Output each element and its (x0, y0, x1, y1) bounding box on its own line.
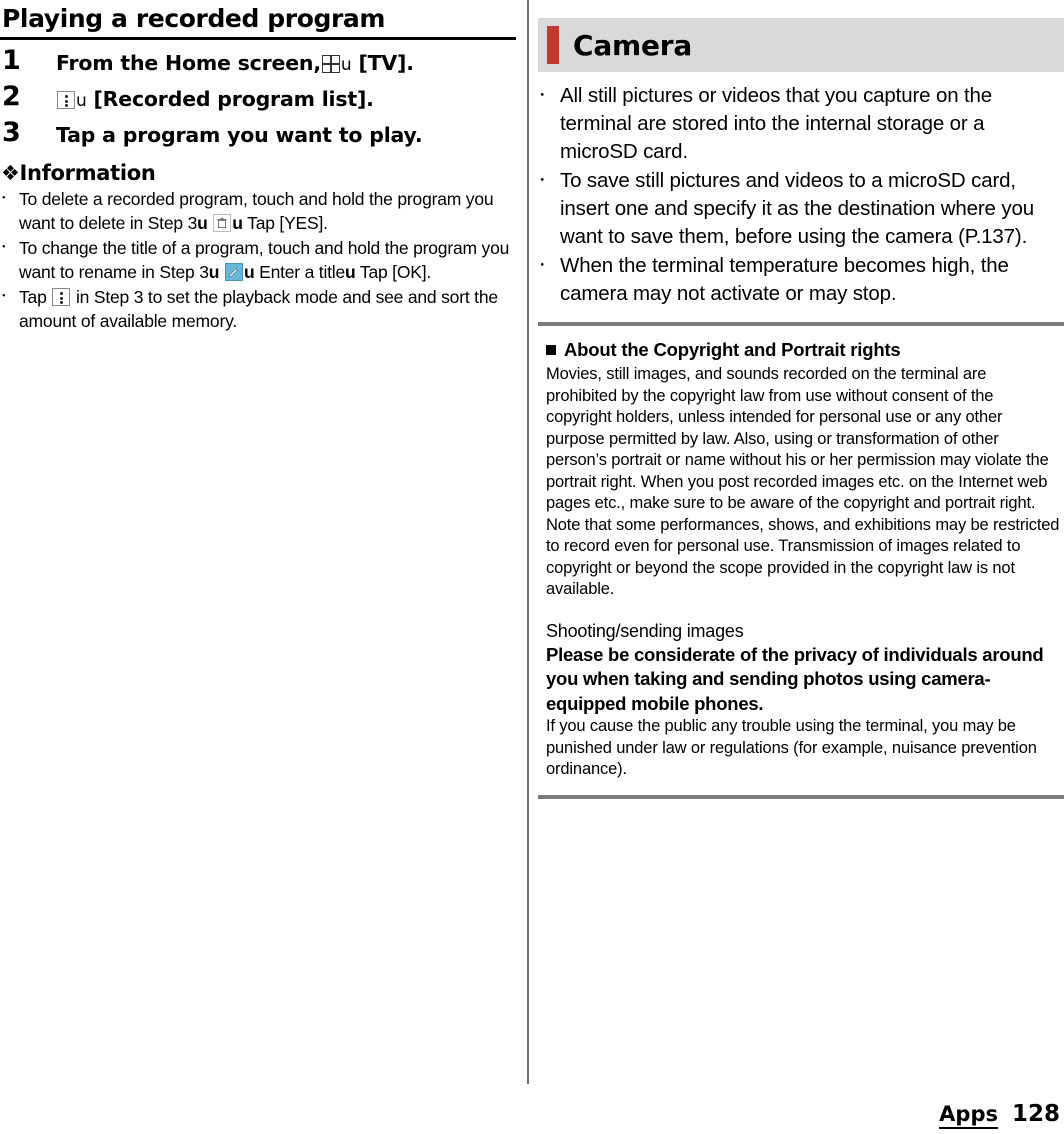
step-1-pre: From the Home screen, (56, 51, 321, 75)
note-text-part2: in Step 3 to set the playback mode and s… (19, 287, 498, 331)
camera-note-3: ･ When the terminal temperature becomes … (538, 252, 1064, 308)
note-arrow-2: u (232, 213, 243, 233)
step-text: Tap a program you want to play. (56, 123, 423, 147)
overflow-menu-icon (52, 288, 71, 306)
manual-page: Playing a recorded program 1 From the Ho… (0, 0, 1064, 1134)
pencil-edit-icon (224, 263, 243, 281)
step-2-arrow: u (76, 91, 87, 111)
step-1-arrow: u (340, 55, 352, 75)
left-column: Playing a recorded program 1 From the Ho… (0, 0, 518, 1134)
bullet-marker: ･ (0, 239, 8, 256)
copyright-body: Movies, still images, and sounds recorde… (546, 365, 1060, 598)
step-3: 3 Tap a program you want to play. (0, 118, 518, 150)
note-text-part3: Tap [OK]. (359, 262, 432, 282)
shooting-body: If you cause the public any trouble usin… (546, 717, 1037, 778)
bullet-marker: ･ (538, 86, 547, 105)
page-title: Playing a recorded program (2, 4, 386, 33)
note-text-part2: Enter a title (259, 262, 346, 282)
page-footer: Apps 128 (939, 1101, 1064, 1129)
note-arrow-1: u (197, 213, 208, 233)
page-number: 128 (1011, 1101, 1060, 1127)
title-underline (0, 37, 516, 40)
camera-note-1: ･ All still pictures or videos that you … (538, 82, 1064, 166)
step-text: u [Recorded program list]. (56, 82, 374, 116)
section-rule-top (538, 322, 1064, 326)
camera-heading: Camera (573, 28, 693, 62)
camera-note-text: When the terminal temperature becomes hi… (560, 254, 1009, 305)
copyright-heading: About the Copyright and Portrait rights (564, 339, 901, 360)
step-2: 2 u [Recorded program list]. (0, 82, 518, 116)
note-arrow-1: u (208, 262, 220, 282)
chapter-label: Apps (939, 1102, 998, 1129)
step-1-post: [TV]. (358, 51, 414, 75)
overflow-menu-icon (57, 91, 75, 109)
shooting-heading: Shooting/sending images (546, 620, 744, 641)
step-text: From the Home screen, u [TV]. (56, 46, 414, 80)
accent-bar (547, 26, 559, 64)
note-item: ･ To delete a recorded program, touch an… (0, 187, 518, 235)
note-arrow-3: u (345, 262, 356, 282)
camera-section-header: Camera (538, 18, 1064, 72)
trash-icon (213, 214, 232, 232)
camera-note-text: All still pictures or videos that you ca… (560, 84, 993, 163)
step-number: 3 (2, 117, 21, 148)
information-heading: ❖Information (1, 161, 156, 185)
step-2-post: [Recorded program list]. (93, 87, 374, 111)
right-column: Camera ･ All still pictures or videos th… (538, 0, 1064, 1134)
section-rule-bottom (538, 794, 1064, 799)
column-divider (527, 0, 529, 1084)
step-number: 2 (2, 81, 21, 112)
step-number: 1 (2, 45, 21, 76)
camera-note-2: ･ To save still pictures and videos to a… (538, 167, 1064, 251)
step-1: 1 From the Home screen, u [TV]. (0, 46, 518, 80)
shooting-bold-text: Please be considerate of the privacy of … (546, 643, 1044, 714)
grid-apps-icon (321, 55, 340, 73)
camera-note-text: To save still pictures and videos to a m… (560, 169, 1034, 248)
note-text-part1: Tap (19, 287, 47, 307)
note-text-part2: Tap [YES]. (247, 213, 328, 233)
square-bullet-icon (546, 345, 556, 355)
bullet-marker: ･ (538, 256, 547, 275)
copyright-heading-row: About the Copyright and Portrait rights (546, 338, 1060, 362)
bullet-marker: ･ (538, 171, 547, 190)
note-arrow-2: u (243, 262, 255, 282)
note-item: ･ Tap in Step 3 to set the playback mode… (0, 285, 518, 333)
bullet-marker: ･ (0, 190, 8, 207)
bullet-marker: ･ (0, 288, 8, 305)
note-item: ･ To change the title of a program, touc… (0, 236, 518, 284)
